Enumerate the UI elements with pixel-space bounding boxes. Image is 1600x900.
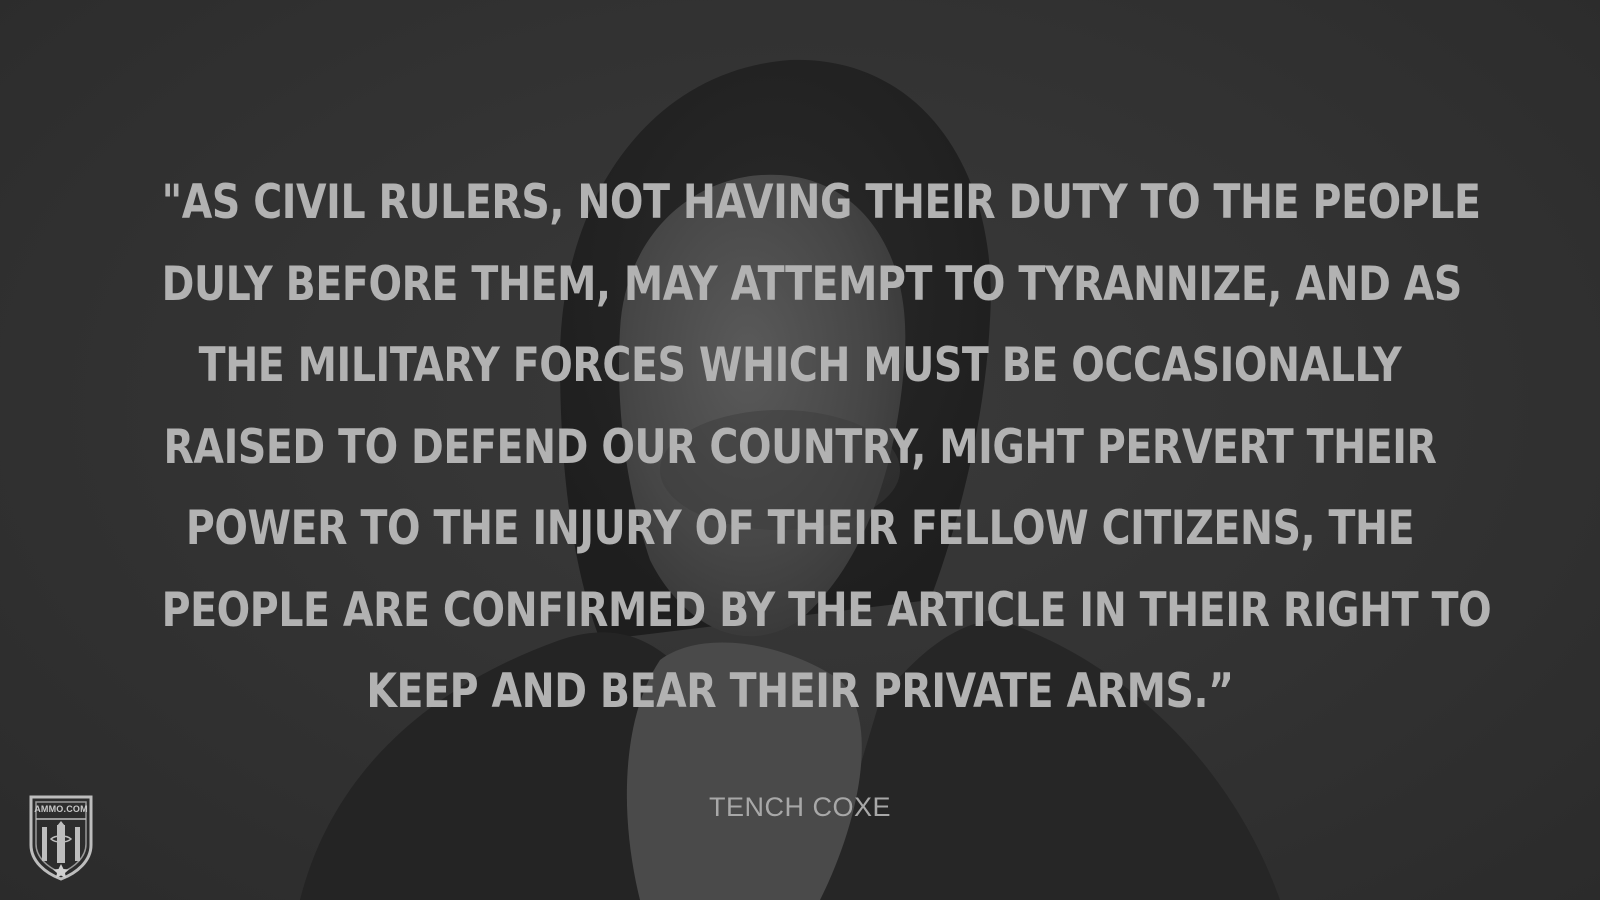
quote-line: raised to defend our country, might perv… xyxy=(163,419,1437,475)
logo-text: AMMO.COM xyxy=(34,804,88,814)
quote-line: people are confirmed by the article in t… xyxy=(161,582,1492,638)
quote-author: Tench Coxe xyxy=(708,792,892,822)
quote-line: duly before them, may attempt to tyranni… xyxy=(161,256,1463,312)
quote-text: "As civil rulers, not having their duty … xyxy=(40,162,1560,733)
quote-line: the military forces which must be occasi… xyxy=(198,338,1402,393)
quote-line: power to the injury of their fellow citi… xyxy=(185,501,1415,556)
quote-line: "As civil rulers, not having their duty … xyxy=(161,175,1481,230)
ammo-logo: AMMO.COM xyxy=(27,793,95,881)
quote-line: keep and bear their private arms.” xyxy=(366,664,1234,719)
quote-card: "As civil rulers, not having their duty … xyxy=(0,0,1600,900)
